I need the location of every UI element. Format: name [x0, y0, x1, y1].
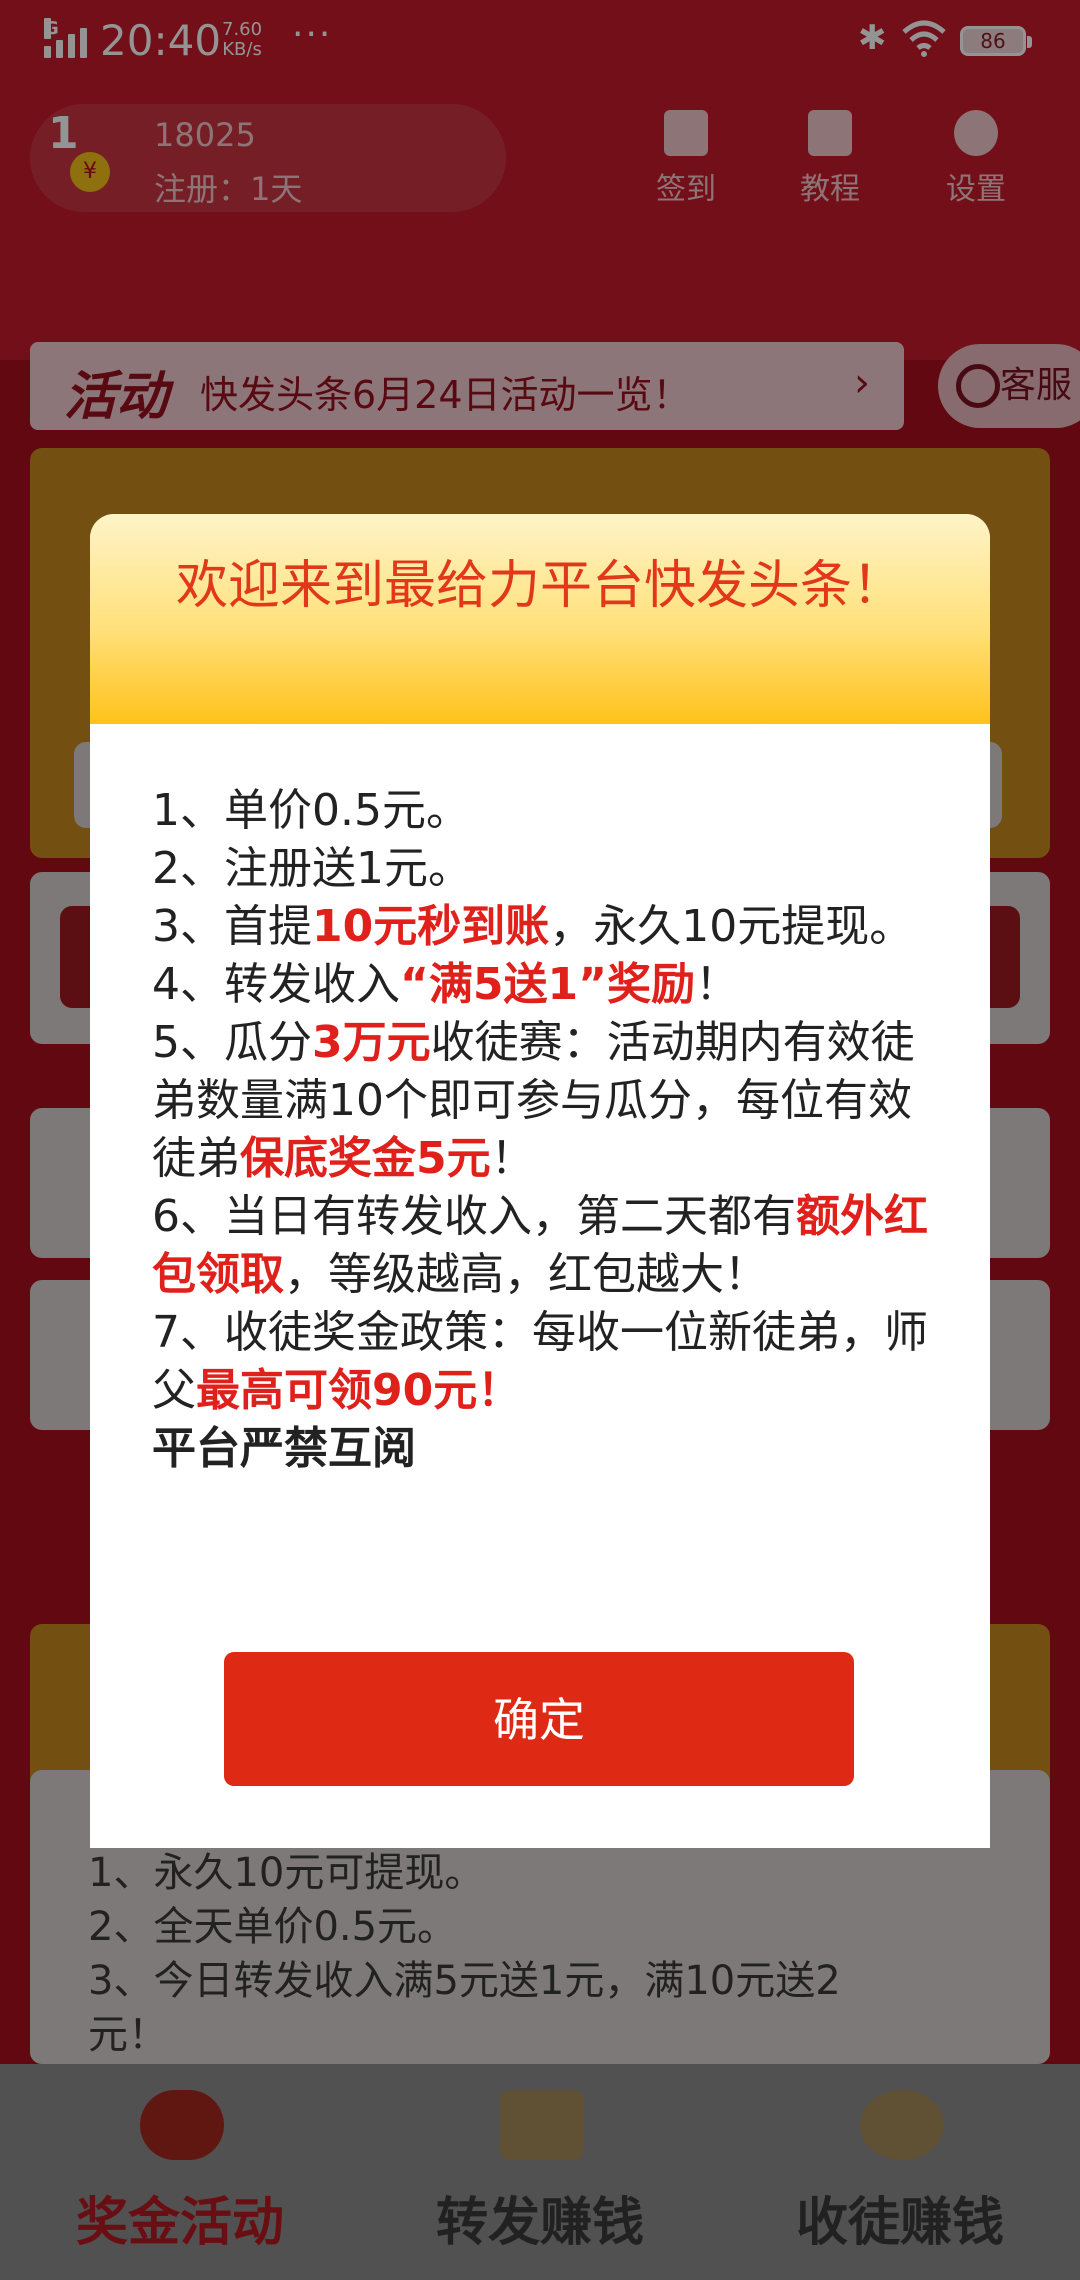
rule-item-4: 4、转发收入“满5送1”奖励！	[152, 959, 740, 1010]
dialog-body: 1、单价0.5元。 2、注册送1元。 3、首提10元秒到账，永久10元提现。 4…	[152, 782, 952, 1478]
rule-item-7: 7、收徒奖金政策：每收一位新徒弟，师父最高可领90元！	[152, 1307, 928, 1416]
rule-item-2: 2、注册送1元。	[152, 843, 472, 894]
rule-item-6: 6、当日有转发收入，第二天都有额外红包领取，等级越高，红包越大！	[152, 1191, 928, 1300]
confirm-button[interactable]: 确定	[224, 1652, 854, 1786]
rule-item-1: 1、单价0.5元。	[152, 785, 470, 836]
platform-notice: 平台严禁互阅	[152, 1423, 416, 1474]
rule-item-5: 5、瓜分3万元收徒赛：活动期内有效徒弟数量满10个即可参与瓜分，每位有效徒弟保底…	[152, 1017, 915, 1184]
dialog-header: 欢迎来到最给力平台快发头条！	[90, 514, 990, 724]
welcome-dialog: 欢迎来到最给力平台快发头条！ 1、单价0.5元。 2、注册送1元。 3、首提10…	[90, 514, 990, 1848]
rule-item-3: 3、首提10元秒到账，永久10元提现。	[152, 901, 914, 952]
dialog-title: 欢迎来到最给力平台快发头条！	[175, 556, 904, 616]
